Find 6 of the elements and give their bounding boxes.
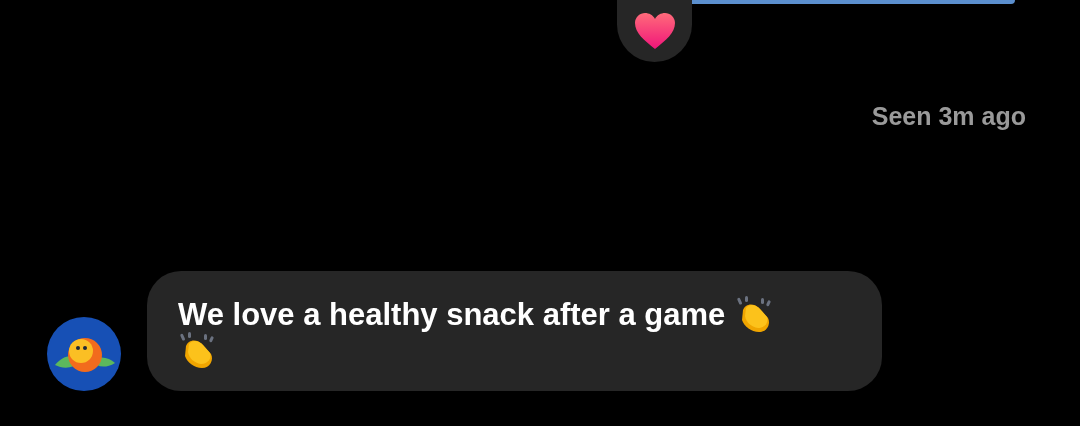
avatar[interactable] [47, 316, 121, 391]
reaction-badge[interactable] [617, 0, 692, 62]
message-bubble[interactable]: We love a healthy snack after a game [147, 270, 882, 391]
heart-icon [633, 12, 676, 50]
seen-status: Seen 3m ago [871, 101, 1026, 132]
message-text: We love a healthy snack after a game [178, 299, 726, 330]
